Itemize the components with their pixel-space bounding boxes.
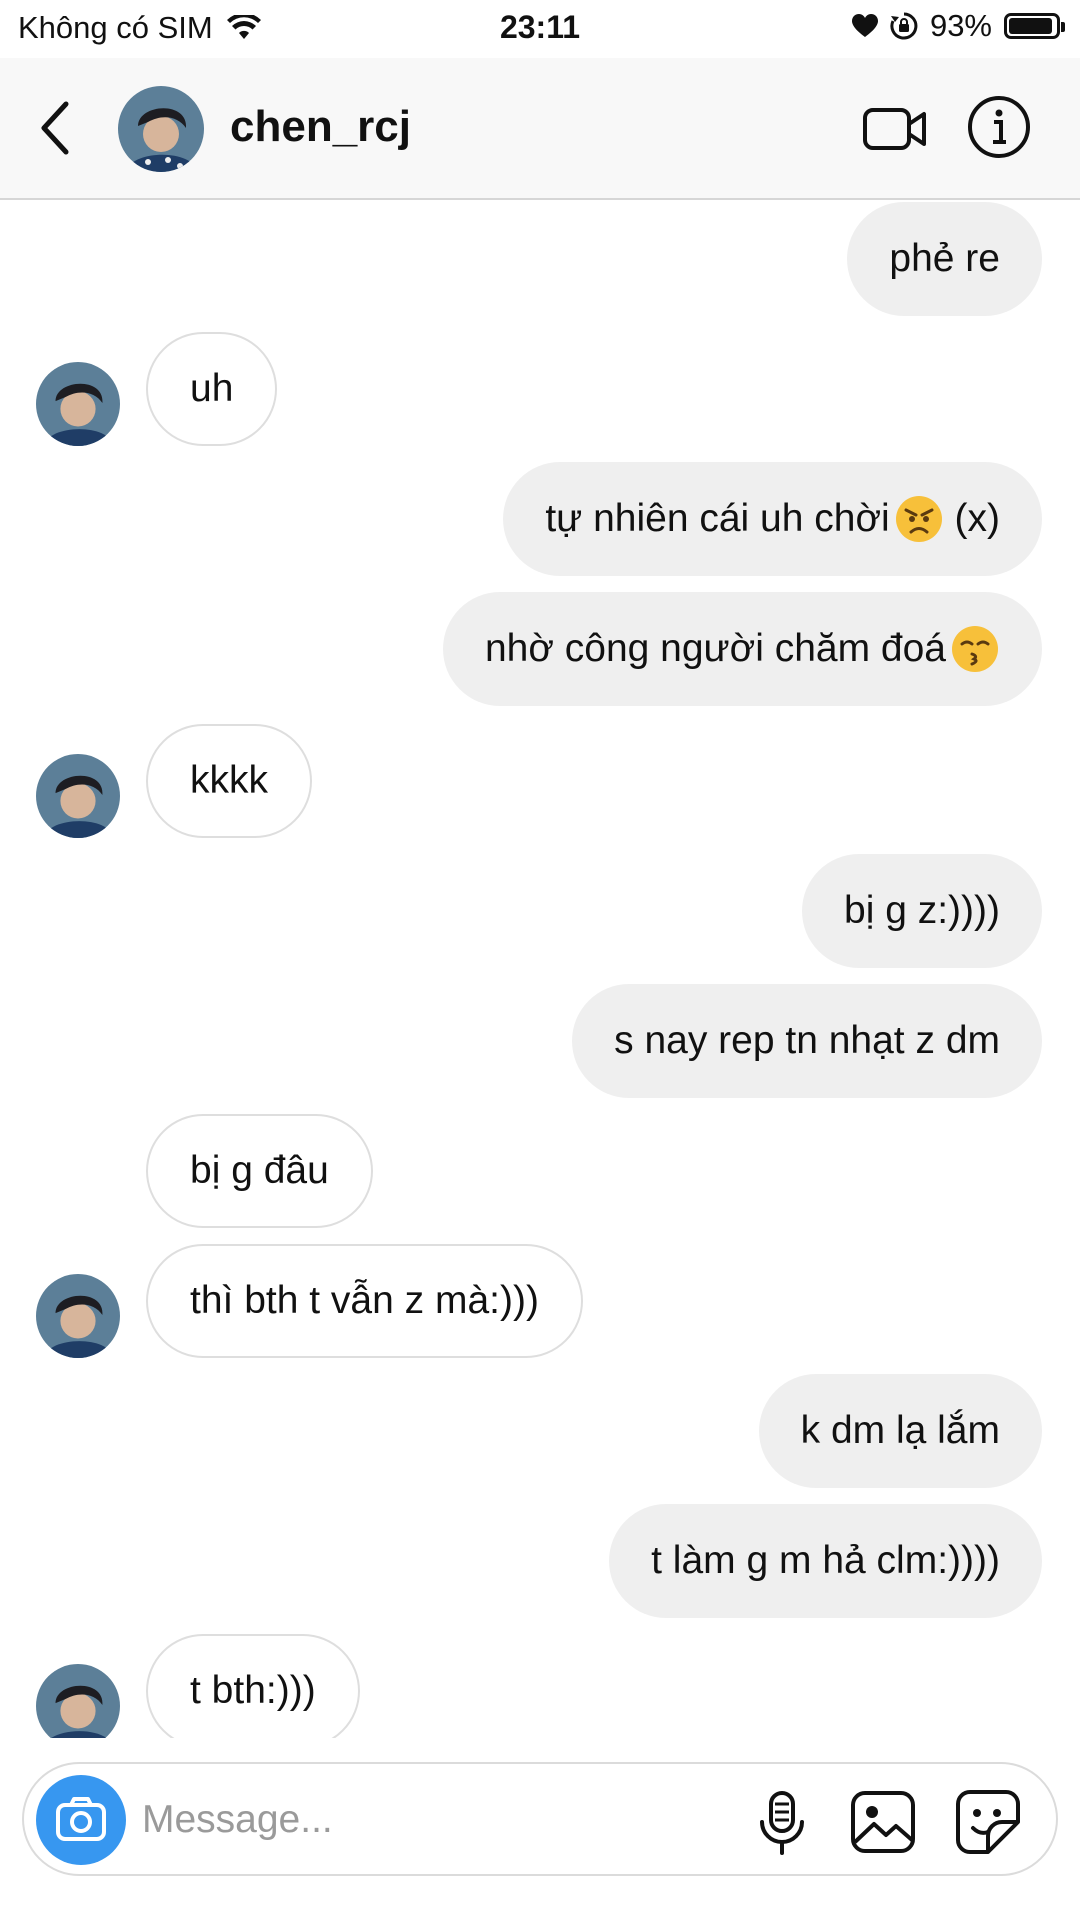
sender-avatar[interactable] <box>36 1274 120 1358</box>
gallery-icon[interactable] <box>850 1790 916 1854</box>
message-text: bị g z:)))) <box>844 889 1000 932</box>
sent-message[interactable]: nhờ công người chăm đoá <box>442 592 1042 706</box>
message-input[interactable] <box>142 1790 592 1850</box>
sender-avatar[interactable] <box>36 754 120 838</box>
message-text: kkkk <box>190 759 268 802</box>
camera-button[interactable] <box>36 1775 126 1865</box>
sent-message[interactable]: t làm g m hả clm:)))) <box>609 1504 1042 1618</box>
received-message[interactable]: bị g đâu <box>146 1114 373 1228</box>
info-icon[interactable] <box>966 94 1032 160</box>
heart-icon <box>851 14 878 37</box>
profile-photo-icon <box>36 754 120 838</box>
profile-photo-icon <box>36 1664 120 1738</box>
status-right: 93% <box>851 8 1065 44</box>
message-text: tự nhiên cái uh chời <box>545 497 890 540</box>
sent-message[interactable]: k dm lạ lắm <box>758 1374 1042 1488</box>
camera-icon <box>56 1797 106 1841</box>
rotation-lock-icon <box>890 12 918 40</box>
received-message[interactable]: t bth:))) <box>146 1634 360 1738</box>
microphone-icon[interactable] <box>754 1790 810 1856</box>
sent-message[interactable]: bị g z:)))) <box>802 854 1042 968</box>
sender-avatar[interactable] <box>36 1664 120 1738</box>
sticker-icon[interactable] <box>954 1788 1022 1856</box>
battery-percent: 93% <box>929 8 992 43</box>
received-message[interactable]: thì bth t vẫn z mà:))) <box>146 1244 583 1358</box>
sender-avatar[interactable] <box>36 362 120 446</box>
message-text: t bth:))) <box>190 1669 316 1712</box>
status-bar: Không có SIM 23:11 93% <box>0 0 1080 56</box>
profile-photo-icon <box>36 362 120 446</box>
back-chevron-icon[interactable] <box>34 98 78 158</box>
sent-message[interactable]: tự nhiên cái uh chời (x) <box>503 462 1042 576</box>
message-composer <box>22 1762 1058 1876</box>
message-text: k dm lạ lắm <box>800 1409 1000 1452</box>
message-thread[interactable]: phẻ re uh tự nhiên cái uh chời (x) nhờ c… <box>0 200 1080 1738</box>
profile-photo-icon <box>118 86 204 172</box>
video-call-icon[interactable] <box>862 96 928 162</box>
kissing-face-icon <box>952 626 998 672</box>
message-text: nhờ công người chăm đoá <box>484 627 946 670</box>
received-message[interactable]: uh <box>146 332 278 446</box>
avatar[interactable] <box>118 86 204 172</box>
battery-icon <box>1004 13 1065 39</box>
message-text-suffix: (x) <box>943 497 1000 540</box>
message-text: thì bth t vẫn z mà:))) <box>190 1279 539 1322</box>
profile-photo-icon <box>36 1274 120 1358</box>
angry-face-icon <box>895 496 942 542</box>
chat-header: chen_rcj <box>0 58 1080 200</box>
message-text: t làm g m hả clm:)))) <box>651 1539 1000 1582</box>
message-text: s nay rep tn nhạt z dm <box>614 1019 1000 1062</box>
message-text: phẻ re <box>889 237 1000 280</box>
sent-message[interactable]: phẻ re <box>847 202 1042 316</box>
message-text: bị g đâu <box>190 1149 329 1192</box>
chat-username[interactable]: chen_rcj <box>230 102 411 152</box>
sent-message[interactable]: s nay rep tn nhạt z dm <box>572 984 1042 1098</box>
message-text: uh <box>190 367 234 410</box>
received-message[interactable]: kkkk <box>146 724 312 838</box>
